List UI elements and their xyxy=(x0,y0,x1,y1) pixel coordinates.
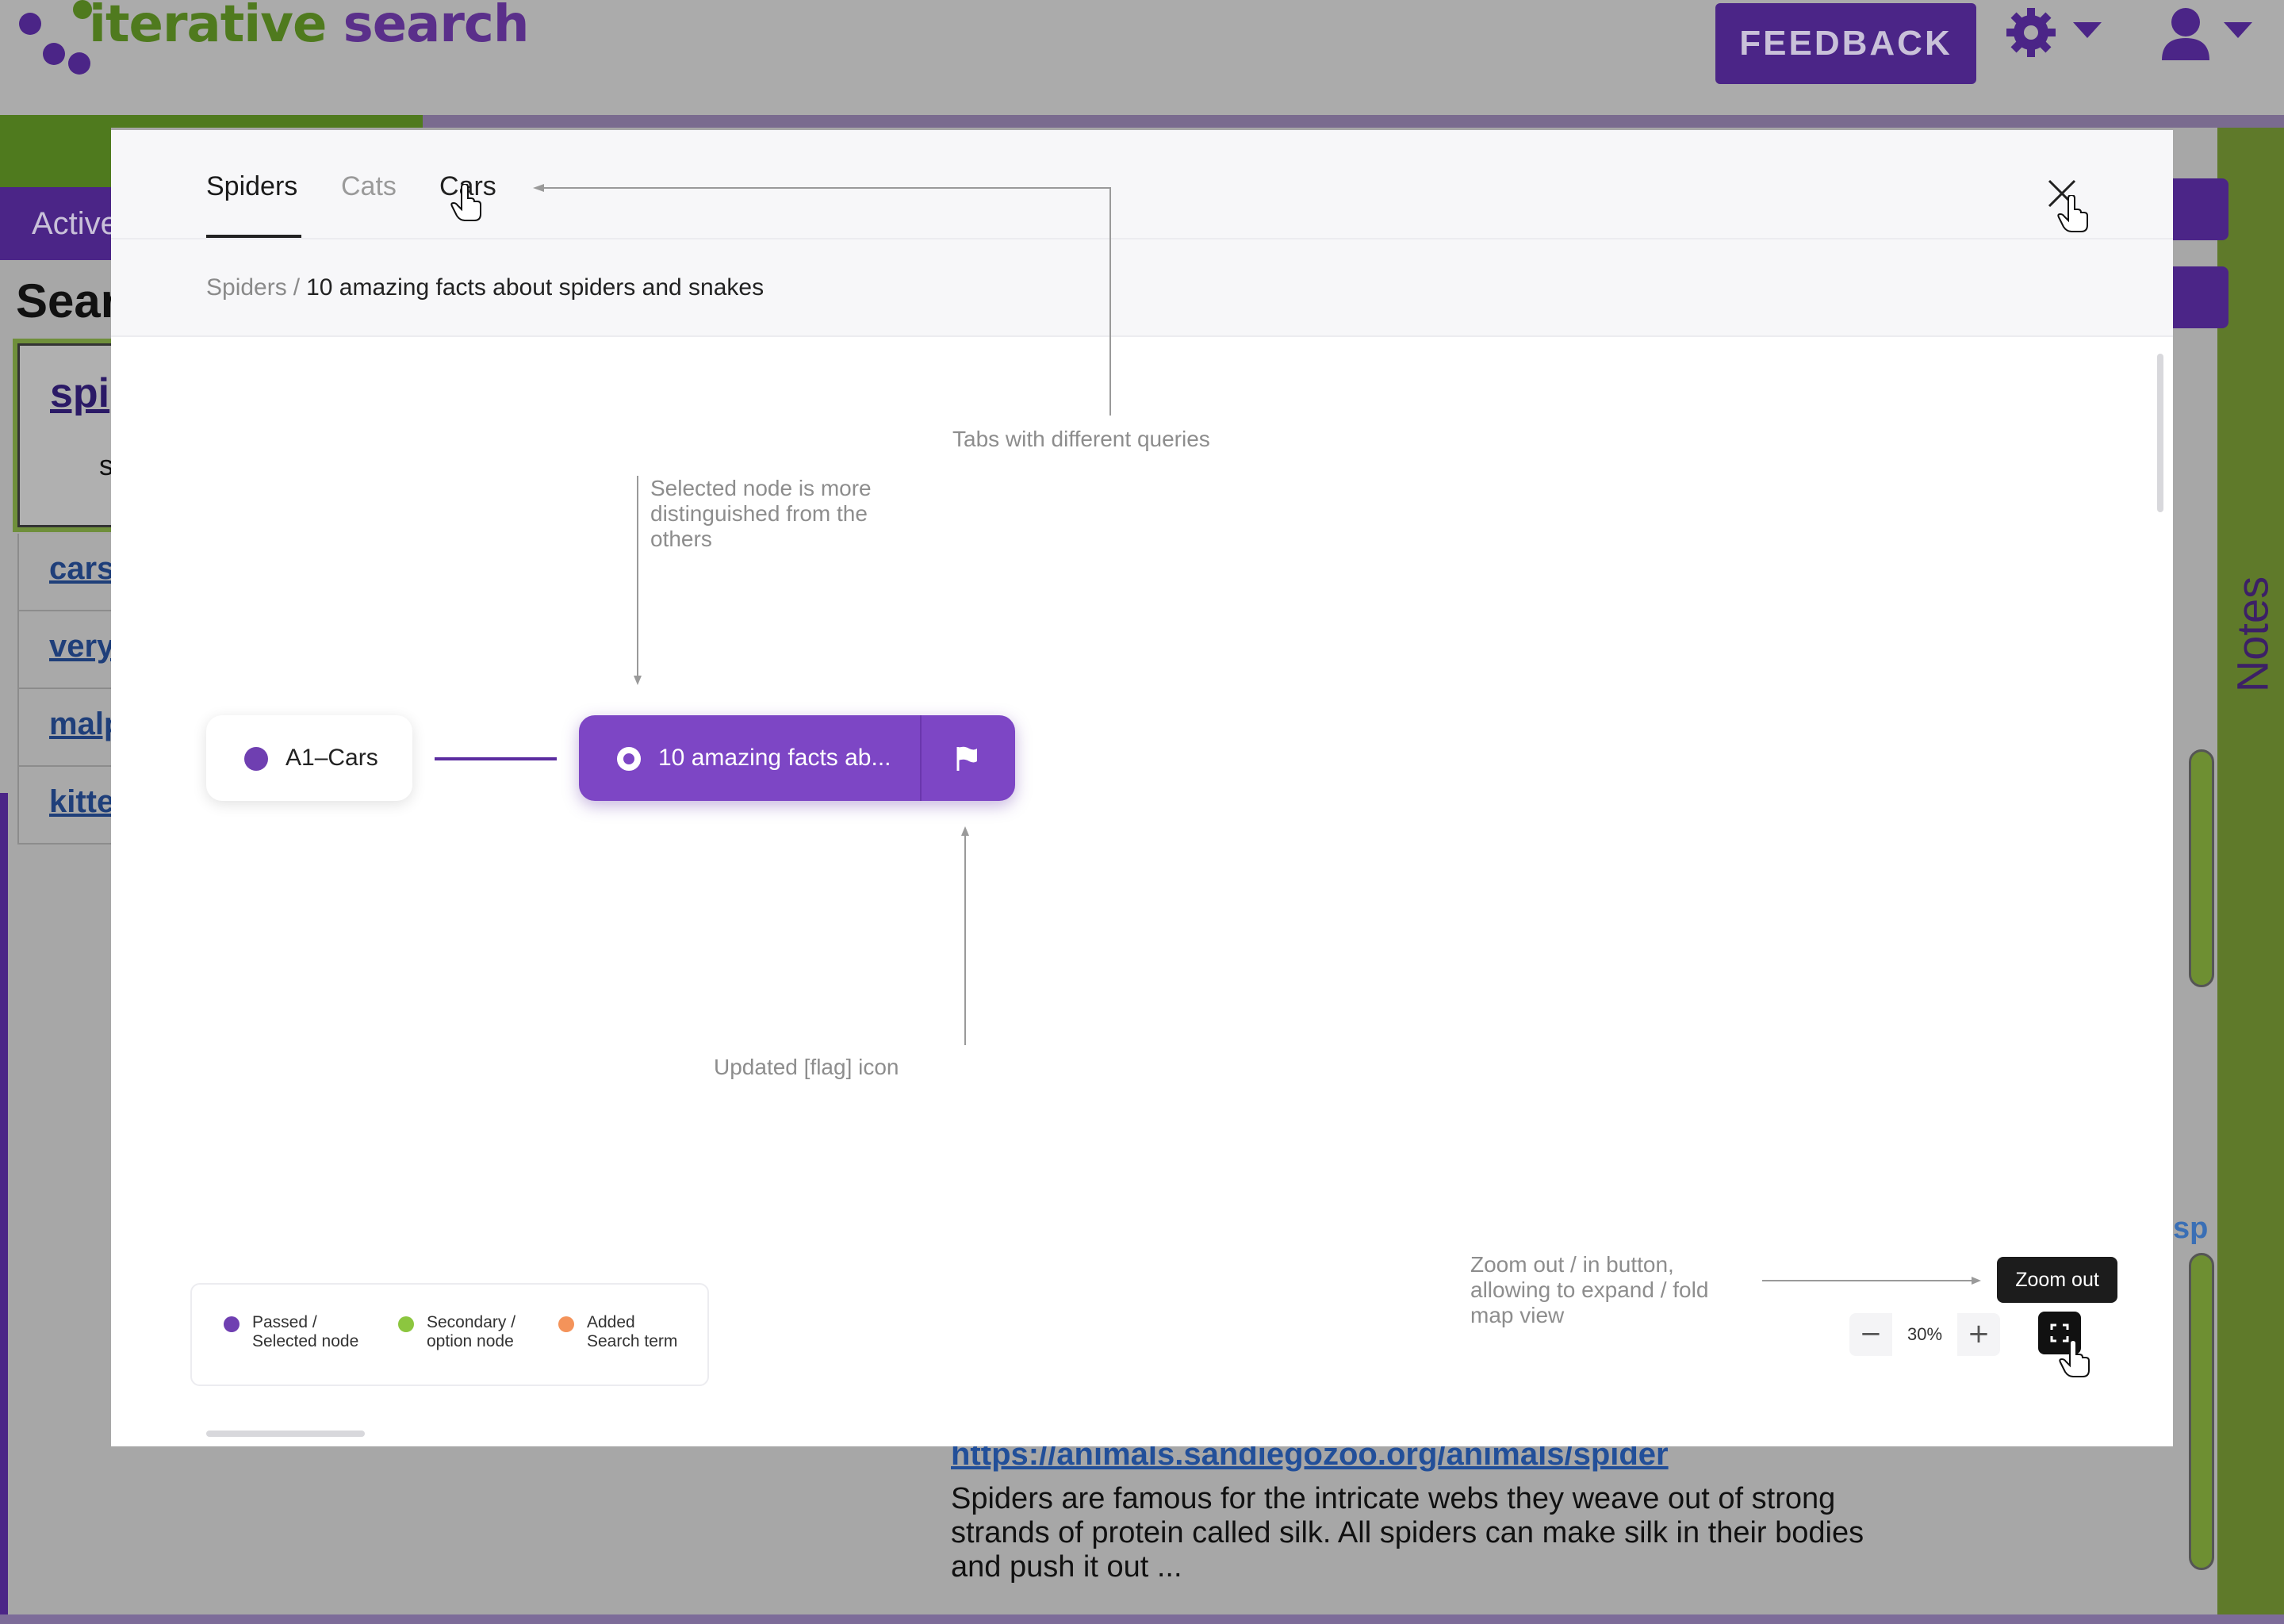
map-node-a1-cars[interactable]: A1–Cars xyxy=(206,715,412,801)
node-selected-ring xyxy=(617,747,641,771)
zoom-out-button[interactable]: − xyxy=(1849,1313,1892,1356)
zoom-in-button[interactable]: + xyxy=(1957,1313,2000,1356)
breadcrumb-current: 10 amazing facts about spiders and snake… xyxy=(306,274,765,301)
bottom-bar xyxy=(0,1614,2284,1624)
query-tabs: Spiders Cats Cars xyxy=(111,130,2173,239)
legend-line: Passed / xyxy=(252,1313,317,1331)
annotation-tabs: Tabs with different queries xyxy=(952,427,1210,451)
annotation-line: allowing to expand / fold xyxy=(1470,1277,1709,1302)
flag-button[interactable] xyxy=(950,742,982,774)
annotation-line: others xyxy=(650,527,712,551)
legend-label: Added Search term xyxy=(587,1313,745,1351)
legend-dot xyxy=(224,1316,240,1332)
breadcrumb-separator: / xyxy=(293,274,301,301)
logo-dots-icon xyxy=(19,0,92,75)
app-header: iterative search FEEDBACK xyxy=(0,0,2284,115)
modal-scrollbar-vertical[interactable] xyxy=(2157,354,2163,512)
legend-label: Passed / Selected node xyxy=(252,1313,411,1351)
breadcrumb-root[interactable]: Spiders xyxy=(206,274,287,301)
zoom-tooltip: Zoom out xyxy=(1997,1257,2117,1303)
hand-cursor-icon xyxy=(450,184,481,221)
map-node-selected[interactable]: 10 amazing facts ab... xyxy=(579,715,1015,801)
legend-line: Added xyxy=(587,1313,635,1331)
tab-spiders[interactable]: Spiders xyxy=(206,171,297,202)
legend-line: Search term xyxy=(587,1332,678,1350)
map-legend: Passed / Selected node Secondary / optio… xyxy=(190,1283,709,1386)
active-tab-underline xyxy=(206,235,301,238)
node-status-dot xyxy=(244,747,268,771)
logo[interactable]: iterative search xyxy=(14,0,529,87)
flag-icon xyxy=(956,746,977,771)
hand-cursor-icon xyxy=(2057,195,2088,232)
progress-fill xyxy=(0,115,423,128)
annotation-line: Zoom out / in button, xyxy=(1470,1252,1674,1277)
annotation-selected-node: Selected node is more distinguished from… xyxy=(650,476,920,552)
gear-icon xyxy=(2006,8,2102,57)
legend-line: option node xyxy=(427,1332,514,1350)
left-strip xyxy=(0,128,111,191)
annotation-zoom: Zoom out / in button, allowing to expand… xyxy=(1470,1252,1772,1328)
zoom-level: 30% xyxy=(1892,1313,1957,1356)
progress-bar xyxy=(0,115,2284,128)
right-action-button[interactable] xyxy=(2173,266,2228,328)
scrollbar[interactable] xyxy=(2189,749,2214,987)
settings-menu[interactable] xyxy=(2003,5,2114,60)
legend-dot xyxy=(398,1316,414,1332)
annotation-flag: Updated [flag] icon xyxy=(714,1055,899,1079)
scrollbar-thumb[interactable] xyxy=(2189,1253,2214,1570)
search-heading: Sear xyxy=(16,274,120,327)
node-divider xyxy=(920,715,922,801)
left-edge xyxy=(0,793,8,1624)
tab-cats[interactable]: Cats xyxy=(341,171,397,202)
result-snippet: Spiders are famous for the intricate web… xyxy=(951,1482,1864,1584)
hand-cursor-icon xyxy=(2059,1340,2090,1377)
annotation-line: map view xyxy=(1470,1303,1565,1327)
search-result: https://animals.sandiegozoo.org/animals/… xyxy=(951,1437,1903,1584)
query-card-link[interactable]: spi xyxy=(50,370,109,417)
node-label: 10 amazing facts ab... xyxy=(658,745,891,771)
zoom-control: − 30% + xyxy=(1849,1313,2000,1356)
annotation-line: Selected node is more xyxy=(650,476,872,500)
node-label: A1–Cars xyxy=(286,745,378,771)
list-item-link[interactable]: cars xyxy=(49,551,114,587)
legend-line: Selected node xyxy=(252,1332,359,1350)
annotation-line: distinguished from the xyxy=(650,501,868,526)
legend-dot xyxy=(558,1316,574,1332)
user-menu[interactable] xyxy=(2154,5,2265,60)
notes-panel xyxy=(2217,128,2284,1624)
map-modal: Spiders Cats Cars Spiders/10 amazing fac… xyxy=(111,130,2173,1446)
notes-label: Notes xyxy=(2227,576,2278,693)
partial-link[interactable]: sp xyxy=(2173,1212,2208,1246)
right-action-button[interactable] xyxy=(2173,178,2228,240)
node-connector xyxy=(435,757,557,760)
user-icon xyxy=(2162,8,2252,60)
modal-scrollbar-horizontal[interactable] xyxy=(206,1431,365,1437)
feedback-button[interactable]: FEEDBACK xyxy=(1715,3,1976,84)
logo-text: iterative search xyxy=(89,0,529,54)
list-item-link[interactable]: very xyxy=(49,629,114,665)
notes-toggle[interactable]: Notes xyxy=(2227,571,2278,698)
list-item-link[interactable]: kitte xyxy=(49,784,114,820)
header-divider xyxy=(111,335,2173,337)
tab-active[interactable]: Active xyxy=(0,187,127,260)
breadcrumb: Spiders/10 amazing facts about spiders a… xyxy=(206,274,764,301)
